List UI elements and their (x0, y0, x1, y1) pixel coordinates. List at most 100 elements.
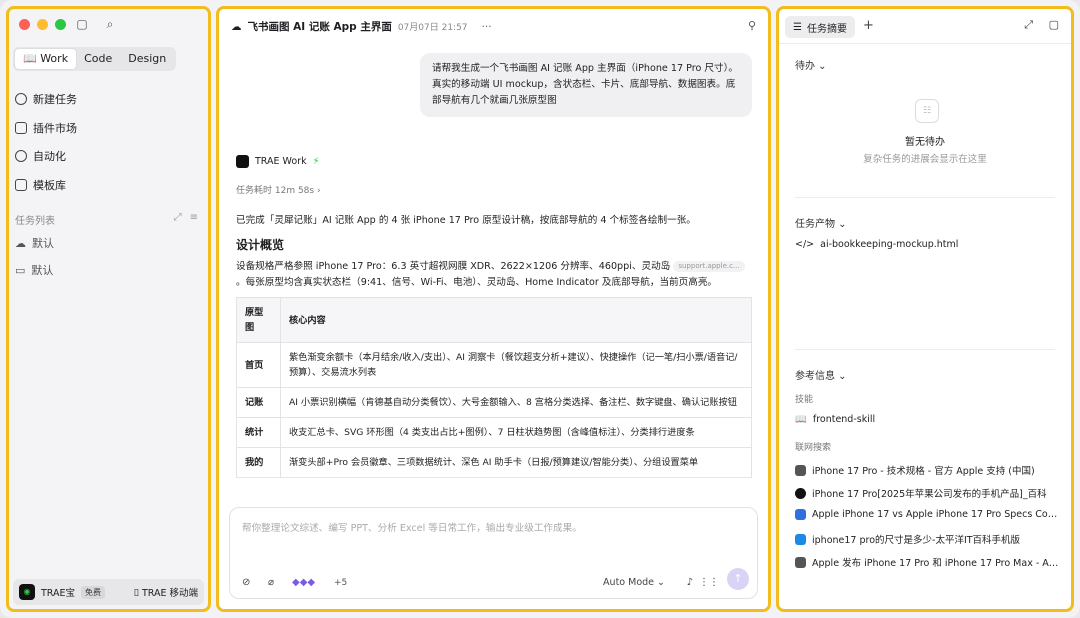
list-icon: ☰ (793, 21, 802, 33)
chat-title[interactable]: 飞书画图 AI 记账 App 主界面 (248, 19, 392, 34)
pconline-icon (795, 533, 806, 545)
prototype-table: 原型图 核心内容 首页 紫色渐变余额卡（本月结余/收入/支出）、AI 洞察卡（餐… (236, 297, 752, 478)
skill-item[interactable]: 📖 frontend-skill (795, 414, 1059, 425)
account-footer: ◉ TRAE宝 免费 ▯ TRAE 移动端 (13, 579, 204, 605)
template-icon (15, 179, 27, 191)
empty-todo-icon: ☷ (915, 99, 939, 123)
minimize-window-button[interactable] (37, 19, 48, 30)
artifact-item[interactable]: </> ai-bookkeeping-mockup.html (795, 239, 1059, 250)
apple-icon (795, 556, 806, 568)
panel-toggle-icon[interactable]: ▢ (1049, 18, 1059, 31)
table-row: 首页 紫色渐变余额卡（本月结余/收入/支出）、AI 洞察卡（餐饮超支分析+建议）… (236, 342, 752, 388)
app-window: ▢ ⌕ 📖 Work Code Design 新建任务 插件市场 自动化 模板库… (0, 0, 1080, 618)
gsmarena-icon (795, 509, 806, 520)
expand-icon[interactable]: ⤢ (174, 212, 182, 223)
tab-task-summary[interactable]: ☰ 任务摘要 (785, 16, 855, 38)
mode-select[interactable]: Auto Mode ⌄ (603, 577, 665, 588)
more-plugins-count[interactable]: +5 (334, 578, 347, 588)
search-result-link[interactable]: iphone17 pro的尺寸是多少-太平洋IT百科手机版 (795, 532, 1059, 546)
folder-icon: ▭ (15, 263, 26, 277)
phone-icon: ▯ (133, 586, 139, 598)
apple-icon (795, 464, 806, 476)
divider (779, 43, 1071, 44)
plugin-icons[interactable]: ◆◆◆ (292, 577, 315, 588)
nav-new-task[interactable]: 新建任务 (15, 91, 77, 107)
filter-icon[interactable]: ≡ (190, 212, 198, 223)
baike-icon (795, 487, 806, 499)
more-icon[interactable]: ··· (482, 21, 492, 33)
account-name[interactable]: TRAE宝 (41, 585, 75, 599)
nav-templates[interactable]: 模板库 (15, 177, 66, 193)
agent-response: 已完成「灵犀记账」AI 记账 App 的 4 张 iPhone 17 Pro 原… (236, 213, 754, 478)
summary-text: 已完成「灵犀记账」AI 记账 App 的 4 张 iPhone 17 Pro 原… (236, 215, 696, 226)
source-chip[interactable]: support.apple.c... (673, 260, 745, 272)
task-item[interactable]: ☁ 默认 (15, 235, 54, 251)
search-icon[interactable]: ⌕ (103, 17, 117, 31)
task-list-tools: ⤢ ≡ (174, 212, 198, 223)
empty-subtitle: 复杂任务的进展会显示在这里 (863, 154, 987, 165)
window-controls (19, 19, 66, 30)
sidebar: ▢ ⌕ 📖 Work Code Design 新建任务 插件市场 自动化 模板库… (6, 6, 211, 612)
voice-wave-icon[interactable]: ⋮⋮ (699, 577, 719, 588)
mobile-app-button[interactable]: ▯ TRAE 移动端 (133, 585, 198, 600)
task-item[interactable]: ▭ 默认 (15, 262, 53, 278)
artifacts-section-toggle[interactable]: 任务产物 ⌄ (795, 215, 847, 230)
mode-design-tab[interactable]: Design (120, 49, 174, 69)
plan-badge: 免费 (81, 585, 106, 599)
skills-label: 技能 (795, 395, 814, 405)
table-header: 核心内容 (280, 297, 752, 343)
task-list-label: 任务列表 (15, 216, 55, 227)
empty-title: 暂无待办 (905, 137, 945, 148)
summary-panel: ☰ 任务摘要 + ⤢ ▢ 待办 ⌄ ☷ 暂无待办 复杂任务的进展会显示在这里 任务… (776, 6, 1074, 612)
cloud-icon: ☁ (231, 20, 242, 33)
close-window-button[interactable] (19, 19, 30, 30)
clock-icon (15, 150, 27, 162)
pin-icon[interactable]: ⚲ (748, 19, 756, 32)
microphone-icon[interactable]: ♪ (687, 577, 693, 588)
plus-circle-icon (15, 93, 27, 105)
expand-icon[interactable]: ⤢ (1024, 18, 1033, 32)
mode-switcher: 📖 Work Code Design (13, 47, 177, 71)
composer: 帮你整理论文综述、编写 PPT、分析 Excel 等日常工作，输出专业级工作成果… (229, 507, 758, 599)
slash-command-icon[interactable]: ⊘ (242, 577, 250, 588)
search-result-link[interactable]: Apple 发布 iPhone 17 Pro 和 iPhone 17 Pro M… (795, 555, 1059, 569)
nav-automation[interactable]: 自动化 (15, 148, 66, 164)
table-row: 我的 渐变头部+Pro 会员徽章、三项数据统计、深色 AI 助手卡（日报/预算建… (236, 447, 752, 478)
divider (795, 197, 1055, 198)
search-result-link[interactable]: iPhone 17 Pro - 技术规格 - 官方 Apple 支持 (中国) (795, 463, 1059, 477)
spec-paragraph: 设备规格严格参照 iPhone 17 Pro：6.3 英寸超视网膜 XDR、26… (236, 259, 754, 291)
send-button[interactable]: ↑ (727, 568, 749, 590)
trae-logo-icon (236, 155, 249, 168)
chat-date: 07月07日 21:57 (397, 23, 468, 33)
reference-section-toggle[interactable]: 参考信息 ⌄ (795, 367, 847, 382)
add-tab-button[interactable]: + (863, 18, 874, 33)
todo-section-toggle[interactable]: 待办 ⌄ (795, 57, 827, 72)
mode-code-tab[interactable]: Code (76, 49, 120, 69)
book-icon: 📖 (795, 414, 807, 425)
web-search-label: 联网搜索 (795, 443, 832, 453)
user-message: 请帮我生成一个飞书画图 AI 记账 App 主界面（iPhone 17 Pro … (420, 53, 752, 117)
cloud-icon: ☁ (15, 236, 26, 250)
mode-work-tab[interactable]: 📖 Work (15, 49, 77, 69)
attach-icon[interactable]: ⌀ (268, 577, 274, 588)
table-row: 统计 收支汇总卡、SVG 环形图（4 类支出占比+图例）、7 日柱状趋势图（含峰… (236, 417, 752, 448)
avatar[interactable]: ◉ (19, 584, 35, 600)
divider (795, 349, 1055, 350)
lightning-icon: ⚡ (312, 156, 320, 167)
search-result-link[interactable]: Apple iPhone 17 vs Apple iPhone 17 Pro S… (795, 509, 1059, 520)
chat-header: ☁ 飞书画图 AI 记账 App 主界面 07月07日 21:57 ··· (231, 19, 492, 34)
search-result-link[interactable]: iPhone 17 Pro[2025年苹果公司发布的手机产品]_百科 (795, 486, 1059, 500)
table-header: 原型图 (236, 297, 281, 343)
scroll-fade (222, 475, 765, 501)
chat-panel: ☁ 飞书画图 AI 记账 App 主界面 07月07日 21:57 ··· ⚲ … (216, 6, 771, 612)
message-input[interactable]: 帮你整理论文综述、编写 PPT、分析 Excel 等日常工作，输出专业级工作成果… (242, 520, 582, 534)
sidebar-toggle-icon[interactable]: ▢ (75, 17, 89, 31)
nav-plugin-market[interactable]: 插件市场 (15, 120, 77, 136)
elapsed-time[interactable]: 任务耗时 12m 58s › (236, 183, 321, 196)
table-row: 记账 AI 小票识别横幅（肯德基自动分类餐饮）、大号金额输入、8 宫格分类选择、… (236, 387, 752, 418)
agent-label: TRAE Work ⚡ (236, 155, 319, 168)
plugin-icon (15, 122, 27, 134)
section-heading: 设计概览 (236, 238, 285, 252)
code-icon: </> (795, 239, 815, 250)
zoom-window-button[interactable] (55, 19, 66, 30)
